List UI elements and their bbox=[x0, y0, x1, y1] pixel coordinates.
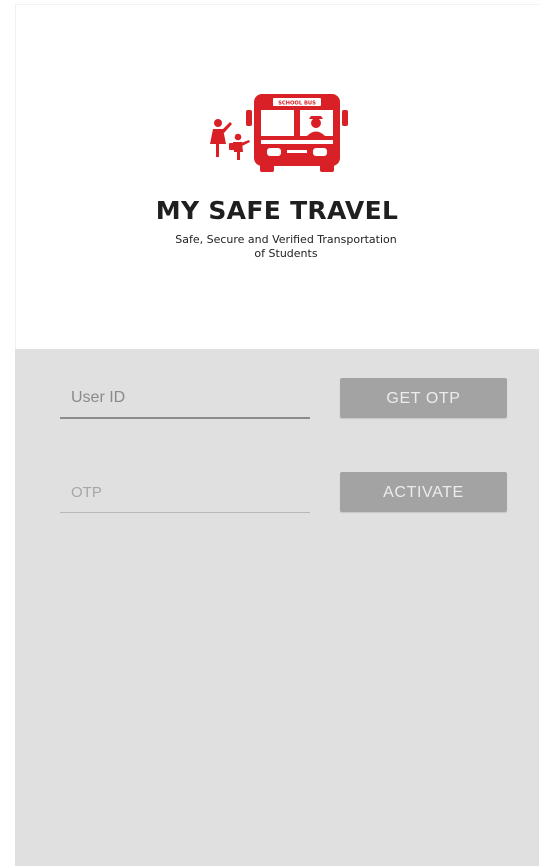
activate-button[interactable]: ACTIVATE bbox=[340, 472, 507, 512]
get-otp-button[interactable]: GET OTP bbox=[340, 378, 507, 418]
otp-input[interactable] bbox=[60, 473, 310, 513]
left-edge-strip bbox=[0, 0, 15, 866]
tagline-line-1: Safe, Secure and Verified Transportation bbox=[175, 233, 397, 246]
login-screen: SCHOOL BUS MY SAFE TRAVEL Safe, Secure a… bbox=[0, 0, 539, 866]
login-form: GET OTP ACTIVATE bbox=[15, 349, 539, 866]
brand-header bbox=[15, 4, 539, 349]
bus-sign-text: SCHOOL BUS bbox=[278, 100, 316, 106]
user-id-input[interactable] bbox=[60, 379, 310, 419]
app-tagline: Safe, Secure and Verified Transportation… bbox=[140, 233, 432, 261]
tagline-line-2: of Students bbox=[254, 247, 318, 260]
school-bus-logo-icon: SCHOOL BUS bbox=[210, 94, 348, 172]
app-title: MY SAFE TRAVEL bbox=[155, 196, 399, 225]
